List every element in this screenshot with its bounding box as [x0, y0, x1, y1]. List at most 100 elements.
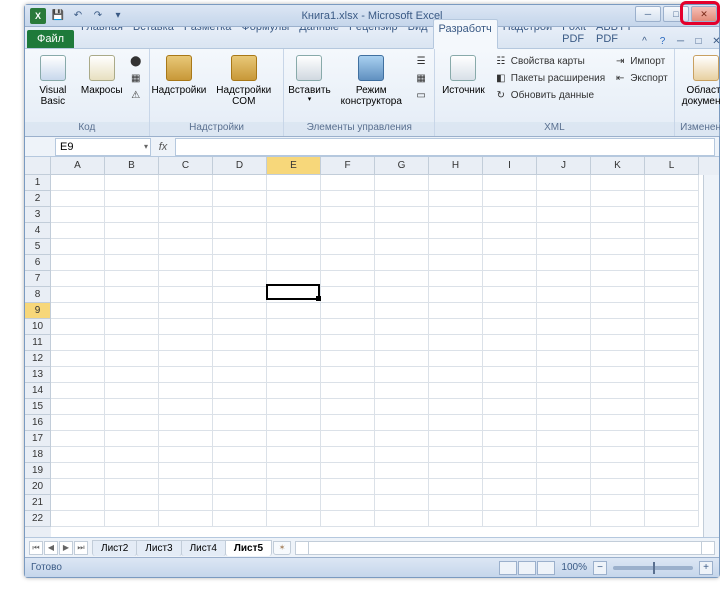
cell[interactable]: [483, 175, 537, 191]
redo-icon[interactable]: ↷: [89, 7, 107, 25]
cell[interactable]: [267, 383, 321, 399]
cell[interactable]: [429, 511, 483, 527]
col-header[interactable]: F: [321, 157, 375, 175]
cell[interactable]: [321, 511, 375, 527]
cell[interactable]: [375, 367, 429, 383]
cell[interactable]: [105, 319, 159, 335]
cell[interactable]: [159, 335, 213, 351]
cell[interactable]: [591, 287, 645, 303]
cell[interactable]: [429, 399, 483, 415]
cell[interactable]: [591, 255, 645, 271]
cell[interactable]: [645, 303, 699, 319]
cell[interactable]: [645, 447, 699, 463]
horizontal-scrollbar[interactable]: [295, 541, 715, 555]
cell[interactable]: [537, 495, 591, 511]
file-tab[interactable]: Файл: [27, 30, 74, 48]
cell[interactable]: [321, 303, 375, 319]
cell[interactable]: [537, 399, 591, 415]
cell[interactable]: [321, 271, 375, 287]
cell[interactable]: [321, 207, 375, 223]
save-icon[interactable]: 💾: [49, 7, 67, 25]
cell[interactable]: [645, 495, 699, 511]
properties-button[interactable]: ☰: [411, 53, 431, 69]
sheet-nav-next[interactable]: ▶: [59, 541, 73, 555]
cell[interactable]: [267, 191, 321, 207]
cell[interactable]: [537, 175, 591, 191]
cell[interactable]: [591, 319, 645, 335]
cell[interactable]: [105, 223, 159, 239]
cell[interactable]: [483, 367, 537, 383]
cell[interactable]: [267, 367, 321, 383]
cell[interactable]: [51, 239, 105, 255]
cell[interactable]: [645, 367, 699, 383]
row-header[interactable]: 5: [25, 239, 51, 255]
cell[interactable]: [483, 207, 537, 223]
cell[interactable]: [159, 175, 213, 191]
cell[interactable]: [159, 367, 213, 383]
cell[interactable]: [267, 479, 321, 495]
insert-control-button[interactable]: Вставить ▾: [287, 51, 331, 106]
cell[interactable]: [321, 479, 375, 495]
row-header[interactable]: 21: [25, 495, 51, 511]
cell[interactable]: [159, 271, 213, 287]
vertical-scrollbar[interactable]: [703, 175, 719, 537]
cell[interactable]: [591, 415, 645, 431]
cell[interactable]: [483, 431, 537, 447]
row-header[interactable]: 10: [25, 319, 51, 335]
cell[interactable]: [429, 191, 483, 207]
cell[interactable]: [645, 271, 699, 287]
cell[interactable]: [105, 479, 159, 495]
cell[interactable]: [375, 175, 429, 191]
cell[interactable]: [375, 335, 429, 351]
cell[interactable]: [267, 255, 321, 271]
cell[interactable]: [645, 399, 699, 415]
cell[interactable]: [483, 399, 537, 415]
cell[interactable]: [645, 287, 699, 303]
cell[interactable]: [105, 367, 159, 383]
cell[interactable]: [537, 191, 591, 207]
cell[interactable]: [645, 479, 699, 495]
row-header[interactable]: 14: [25, 383, 51, 399]
cell[interactable]: [483, 335, 537, 351]
row-header[interactable]: 17: [25, 431, 51, 447]
cell[interactable]: [429, 367, 483, 383]
cell[interactable]: [321, 431, 375, 447]
sheet-nav-prev[interactable]: ◀: [44, 541, 58, 555]
cell[interactable]: [483, 495, 537, 511]
row-header[interactable]: 16: [25, 415, 51, 431]
cell[interactable]: [591, 271, 645, 287]
cell[interactable]: [645, 431, 699, 447]
cell[interactable]: [321, 351, 375, 367]
col-header[interactable]: L: [645, 157, 699, 175]
cell[interactable]: [213, 351, 267, 367]
cell[interactable]: [159, 303, 213, 319]
cell[interactable]: [537, 479, 591, 495]
cell[interactable]: [105, 447, 159, 463]
cell[interactable]: [105, 495, 159, 511]
cell[interactable]: [537, 351, 591, 367]
cell[interactable]: [105, 399, 159, 415]
cell[interactable]: [159, 479, 213, 495]
cell[interactable]: [267, 271, 321, 287]
cell[interactable]: [375, 207, 429, 223]
cell[interactable]: [591, 239, 645, 255]
cell[interactable]: [267, 303, 321, 319]
qat-menu-icon[interactable]: ▾: [109, 7, 127, 25]
cell[interactable]: [105, 351, 159, 367]
cell[interactable]: [375, 303, 429, 319]
cell[interactable]: [591, 207, 645, 223]
minimize-button[interactable]: ─: [635, 6, 661, 22]
cell[interactable]: [105, 271, 159, 287]
cell[interactable]: [375, 271, 429, 287]
cell[interactable]: [51, 223, 105, 239]
cell[interactable]: [591, 399, 645, 415]
visual-basic-button[interactable]: Visual Basic: [28, 51, 78, 109]
cell[interactable]: [159, 399, 213, 415]
cell[interactable]: [267, 463, 321, 479]
cell[interactable]: [591, 335, 645, 351]
cell[interactable]: [159, 239, 213, 255]
cell[interactable]: [213, 319, 267, 335]
col-header[interactable]: E: [267, 157, 321, 175]
cell[interactable]: [645, 239, 699, 255]
cell[interactable]: [159, 191, 213, 207]
